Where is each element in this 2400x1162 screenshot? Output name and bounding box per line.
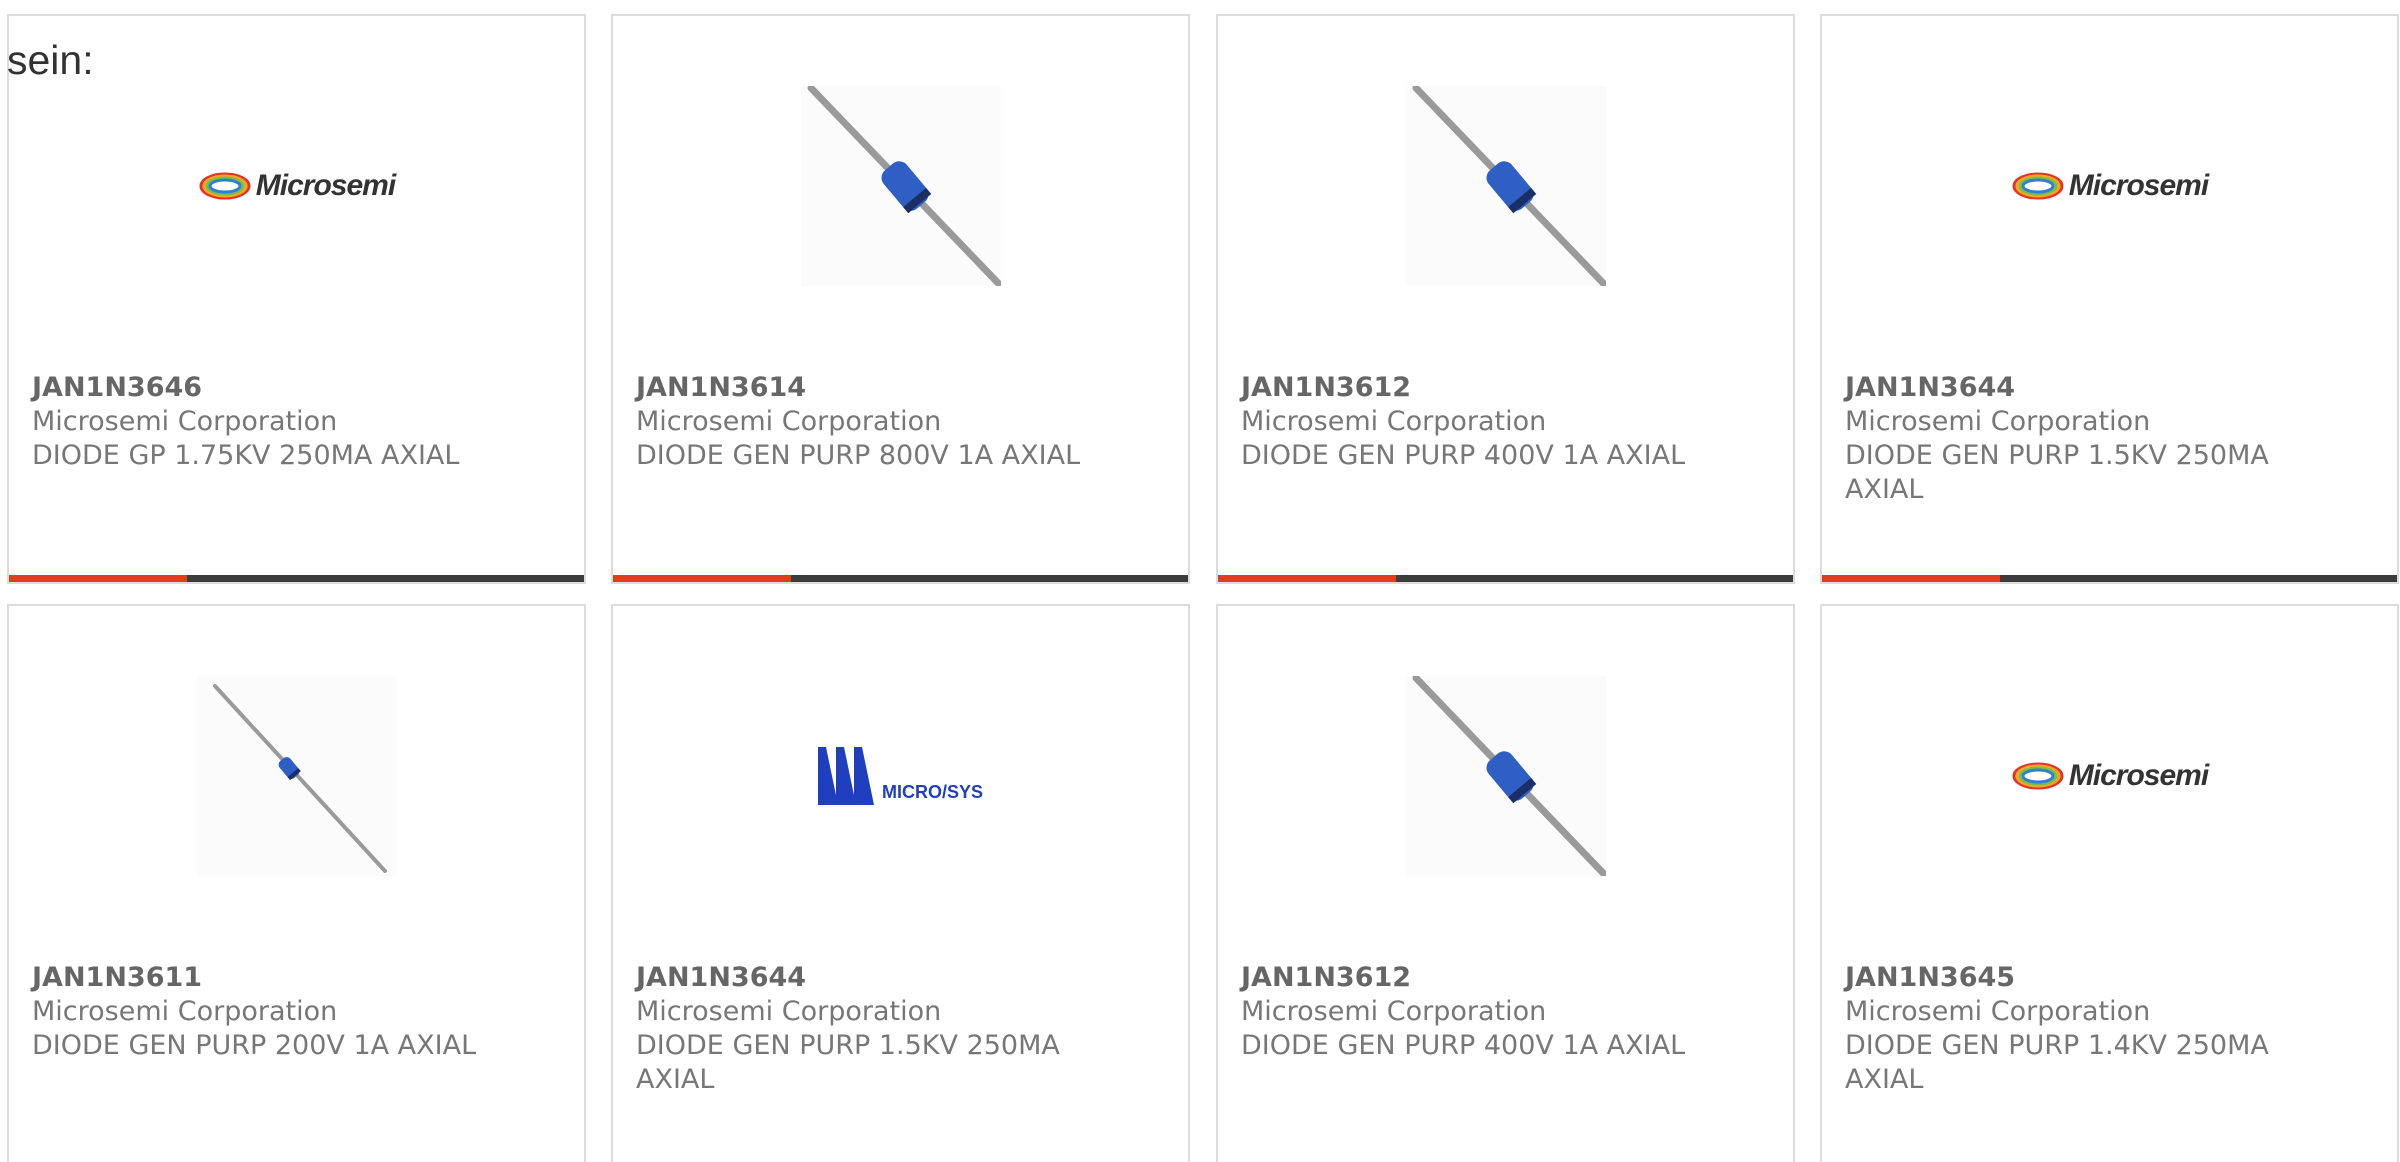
- product-description: DIODE GEN PURP 400V 1A AXIAL: [1241, 1030, 1686, 1061]
- manufacturer-name: Microsemi Corporation: [636, 406, 942, 437]
- product-info: JAN1N3645 Microsemi Corporation DIODE GEN …: [1845, 961, 2315, 1097]
- part-number-link[interactable]: JAN1N3612: [1241, 371, 1711, 405]
- manufacturer-name: Microsemi Corporation: [1845, 406, 2151, 437]
- product-card[interactable]: Microsemi JAN1N3644 Microsemi Corporation D…: [1820, 14, 2399, 584]
- product-description: DIODE GP 1.75KV 250MA AXIAL: [32, 440, 460, 471]
- product-card[interactable]: JAN1N3612 Microsemi Corporation DIODE GEN …: [1216, 14, 1795, 584]
- card-accent-fill: [1218, 575, 1397, 582]
- logo-wordmark: Microsemi: [2068, 169, 2209, 202]
- card-accent-fill: [613, 575, 792, 582]
- part-number-link[interactable]: JAN1N3644: [636, 961, 1106, 995]
- product-image[interactable]: [1405, 86, 1606, 286]
- product-card[interactable]: Microsemi JAN1N3645 Microsemi Corporation D…: [1820, 604, 2399, 1162]
- product-image[interactable]: [1405, 676, 1606, 876]
- product-info: JAN1N3612 Microsemi Corporation DIODE GEN …: [1241, 961, 1711, 1063]
- product-image[interactable]: [800, 86, 1001, 286]
- product-info: JAN1N3614 Microsemi Corporation DIODE GEN …: [636, 371, 1106, 473]
- manufacturer-name: Microsemi Corporation: [636, 996, 942, 1027]
- manufacturer-name: Microsemi Corporation: [32, 406, 338, 437]
- part-number-link[interactable]: JAN1N3646: [32, 371, 502, 405]
- product-card[interactable]: Microsemi JAN1N3646 Microsemi Corporation D…: [7, 14, 586, 584]
- product-description: DIODE GEN PURP 1.5KV 250MA AXIAL: [636, 1030, 1060, 1095]
- product-grid-page: sein: Microsemi JAN1N3646 Microsemi Corpor…: [0, 0, 2400, 1162]
- product-description: DIODE GEN PURP 1.5KV 250MA AXIAL: [1845, 440, 2269, 505]
- logo-wordmark: Microsemi: [255, 169, 396, 202]
- product-info: JAN1N3644 Microsemi Corporation DIODE GEN …: [636, 961, 1106, 1097]
- card-accent-bar: [1218, 575, 1793, 582]
- card-accent-bar: [613, 575, 1188, 582]
- product-image[interactable]: MICRO/SYS: [801, 676, 1001, 876]
- card-accent-bar: [1822, 575, 2397, 582]
- product-description: DIODE GEN PURP 200V 1A AXIAL: [32, 1030, 477, 1061]
- manufacturer-name: Microsemi Corporation: [1241, 996, 1547, 1027]
- logo-wordmark: MICRO/SYS: [881, 782, 983, 802]
- part-number-link[interactable]: JAN1N3612: [1241, 961, 1711, 995]
- logo-wordmark: Microsemi: [2068, 759, 2209, 792]
- product-description: DIODE GEN PURP 400V 1A AXIAL: [1241, 440, 1686, 471]
- product-card[interactable]: JAN1N3614 Microsemi Corporation DIODE GEN …: [611, 14, 1190, 584]
- manufacturer-name: Microsemi Corporation: [1241, 406, 1547, 437]
- product-info: JAN1N3612 Microsemi Corporation DIODE GEN …: [1241, 371, 1711, 473]
- product-image[interactable]: [196, 676, 397, 876]
- manufacturer-name: Microsemi Corporation: [32, 996, 338, 1027]
- product-card[interactable]: JAN1N3612 Microsemi Corporation DIODE GEN …: [1216, 604, 1795, 1162]
- product-info: JAN1N3611 Microsemi Corporation DIODE GEN …: [32, 961, 502, 1063]
- product-info: JAN1N3646 Microsemi Corporation DIODE GP 1…: [32, 371, 502, 473]
- product-description: DIODE GEN PURP 1.4KV 250MA AXIAL: [1845, 1030, 2269, 1095]
- product-image[interactable]: Microsemi: [2010, 86, 2210, 286]
- part-number-link[interactable]: JAN1N3645: [1845, 961, 2315, 995]
- product-info: JAN1N3644 Microsemi Corporation DIODE GEN …: [1845, 371, 2315, 507]
- product-card[interactable]: JAN1N3611 Microsemi Corporation DIODE GEN …: [7, 604, 586, 1162]
- part-number-link[interactable]: JAN1N3644: [1845, 371, 2315, 405]
- card-accent-fill: [9, 575, 188, 582]
- product-image[interactable]: Microsemi: [197, 86, 397, 286]
- product-card[interactable]: MICRO/SYS JAN1N3644 Microsemi Corporation D…: [611, 604, 1190, 1162]
- manufacturer-name: Microsemi Corporation: [1845, 996, 2151, 1027]
- lead-text: sein:: [7, 37, 94, 83]
- product-image[interactable]: Microsemi: [2010, 676, 2210, 876]
- card-accent-bar: [9, 575, 584, 582]
- card-accent-fill: [1822, 575, 2001, 582]
- product-description: DIODE GEN PURP 800V 1A AXIAL: [636, 440, 1081, 471]
- part-number-link[interactable]: JAN1N3611: [32, 961, 502, 995]
- part-number-link[interactable]: JAN1N3614: [636, 371, 1106, 405]
